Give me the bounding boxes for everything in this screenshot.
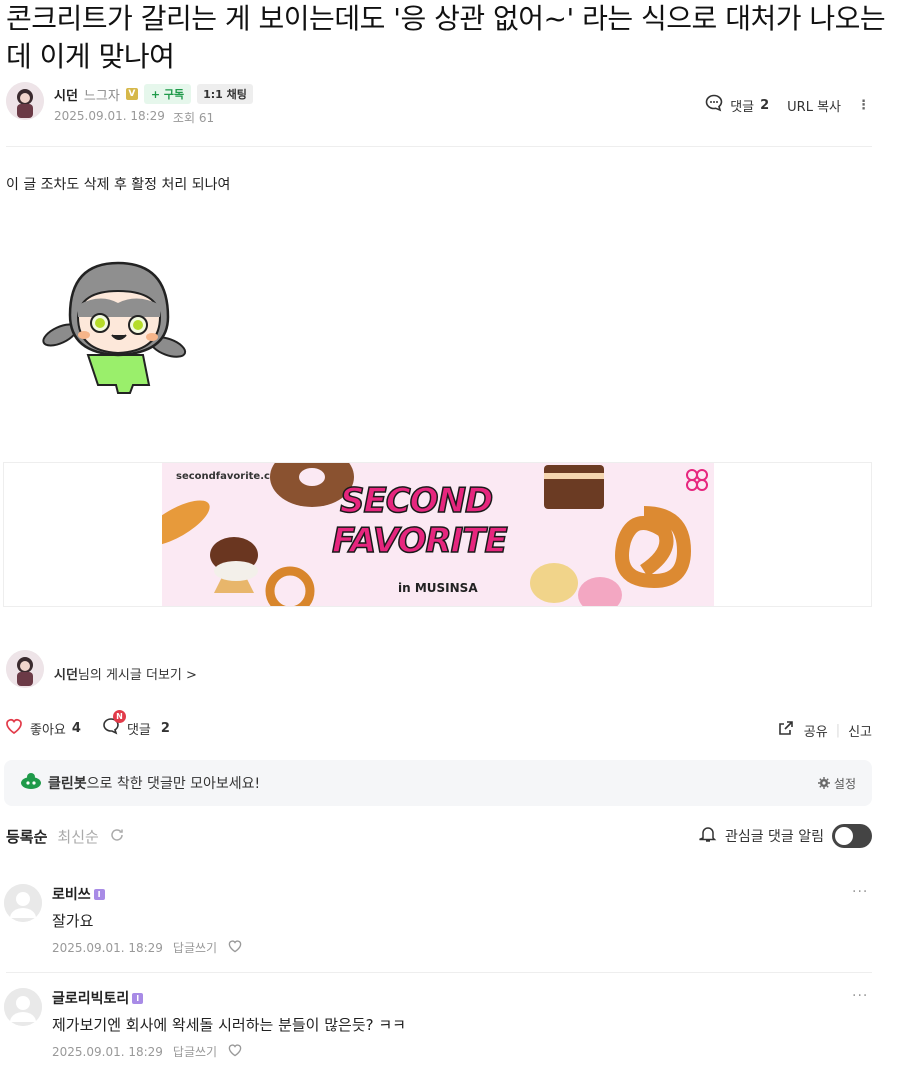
subscribe-button[interactable]: + 구독 <box>143 84 192 104</box>
share-button[interactable]: 공유 <box>804 721 828 740</box>
comment-more-icon[interactable]: ··· <box>852 884 868 900</box>
commenter-name-row: 글로리빅토리 I <box>52 988 144 1008</box>
banner-line-1: SECOND <box>339 480 494 522</box>
like-count: 4 <box>71 720 81 736</box>
refresh-icon[interactable] <box>109 827 125 847</box>
ad-banner[interactable]: secondfavorite.co.kr SECOND FAVORITE in … <box>162 463 714 606</box>
comment-label[interactable]: 댓글 <box>127 719 151 738</box>
sort-latest-tab[interactable]: 최신순 <box>57 826 98 847</box>
comment-heart-icon[interactable] <box>227 1042 243 1061</box>
comment-count: 2 <box>160 720 170 736</box>
share-icon[interactable] <box>776 718 796 742</box>
alarm-label: 관심글 댓글 알림 <box>724 829 824 845</box>
comment-date: 2025.09.01. 18:29 <box>52 1044 163 1059</box>
comment-icon[interactable] <box>704 93 724 117</box>
like-label[interactable]: 좋아요 <box>30 719 66 738</box>
comment-bubble-icon[interactable]: N <box>101 710 126 740</box>
commenter-avatar[interactable] <box>4 884 42 922</box>
comment-alarm: 관심글 댓글 알림 <box>699 824 872 848</box>
banner-line-2: FAVORITE <box>331 520 508 562</box>
chat-button[interactable]: 1:1 채팅 <box>197 84 253 104</box>
author-name[interactable]: 시던 <box>54 85 78 104</box>
bell-icon <box>699 825 717 847</box>
more-posts-link[interactable]: 시던님의 게시글 더보기 > <box>54 664 197 683</box>
comment-date: 2025.09.01. 18:29 <box>52 940 163 955</box>
divider <box>6 972 872 973</box>
separator: | <box>835 722 841 738</box>
settings-label: 설정 <box>833 776 856 791</box>
comment-text: 잘가요 <box>52 912 94 930</box>
gear-icon <box>817 777 830 789</box>
commenter-name[interactable]: 로비쓰 <box>52 884 91 904</box>
level-badge-icon: I <box>132 992 144 1004</box>
commenter-name-row: 로비쓰 I <box>52 884 105 904</box>
post-views: 조회 61 <box>172 111 215 125</box>
author-level: 느그자 <box>83 88 120 104</box>
comment-text: 제가보기엔 회사에 왁세돌 시러하는 분들이 많은듯? ㅋㅋ <box>52 1016 406 1034</box>
cleanbot-brand: 클린봇 <box>48 776 87 792</box>
alarm-toggle[interactable] <box>832 824 872 848</box>
cleanbot-settings-button[interactable]: 설정 <box>817 775 856 792</box>
share-report-bar: 공유 | 신고 <box>776 718 872 742</box>
more-options-icon[interactable]: ⋮ <box>857 98 870 113</box>
comment-sort: 등록순 최신순 <box>6 826 125 847</box>
post-meta: 2025.09.01. 18:29 조회 61 <box>54 109 214 126</box>
comment-heart-icon[interactable] <box>227 938 243 957</box>
more-author: 시던 <box>54 668 78 683</box>
url-copy-button[interactable]: URL 복사 <box>787 96 841 115</box>
cleanbot-bar: 클린봇 으로 착한 댓글만 모아보세요! 설정 <box>4 760 872 806</box>
commenter-avatar[interactable] <box>4 988 42 1026</box>
comment-more-icon[interactable]: ··· <box>852 988 868 1004</box>
author-avatar[interactable] <box>6 82 44 120</box>
comment-link-count: 2 <box>760 97 770 113</box>
post-body: 이 글 조차도 삭제 후 활정 처리 되나여 <box>6 177 231 193</box>
level-badge-icon: V <box>125 88 138 100</box>
sort-registered-tab[interactable]: 등록순 <box>6 826 47 847</box>
character-sticker <box>40 255 190 400</box>
new-badge: N <box>112 710 126 723</box>
reply-button[interactable]: 답글쓰기 <box>173 939 217 956</box>
author-line: 시던 느그자 V + 구독 1:1 채팅 <box>54 84 253 104</box>
comment-meta: 2025.09.01. 18:29 답글쓰기 <box>52 938 243 957</box>
commenter-name[interactable]: 글로리빅토리 <box>52 988 129 1008</box>
level-badge-icon: I <box>93 888 105 900</box>
post-title: 콘크리트가 갈리는 게 보이는데도 '응 상관 없어~' 라는 식으로 대처가 … <box>6 2 886 73</box>
comment-link-label[interactable]: 댓글 <box>730 96 754 115</box>
heart-icon[interactable] <box>4 716 24 740</box>
banner-sub: in MUSINSA <box>398 581 478 595</box>
author-avatar-small[interactable] <box>6 650 44 688</box>
reply-button[interactable]: 답글쓰기 <box>173 1043 217 1060</box>
cleanbot-icon <box>20 772 42 794</box>
comment-meta: 2025.09.01. 18:29 답글쓰기 <box>52 1042 243 1061</box>
cleanbot-text: 으로 착한 댓글만 모아보세요! <box>86 776 261 792</box>
divider <box>6 146 872 147</box>
report-button[interactable]: 신고 <box>848 721 872 740</box>
reactions-bar: 좋아요 4 N 댓글 2 <box>4 710 170 740</box>
top-actions: 댓글 2 URL 복사 ⋮ <box>704 93 870 117</box>
more-suffix: 님의 게시글 더보기 > <box>77 668 197 683</box>
post-date: 2025.09.01. 18:29 <box>54 109 165 123</box>
